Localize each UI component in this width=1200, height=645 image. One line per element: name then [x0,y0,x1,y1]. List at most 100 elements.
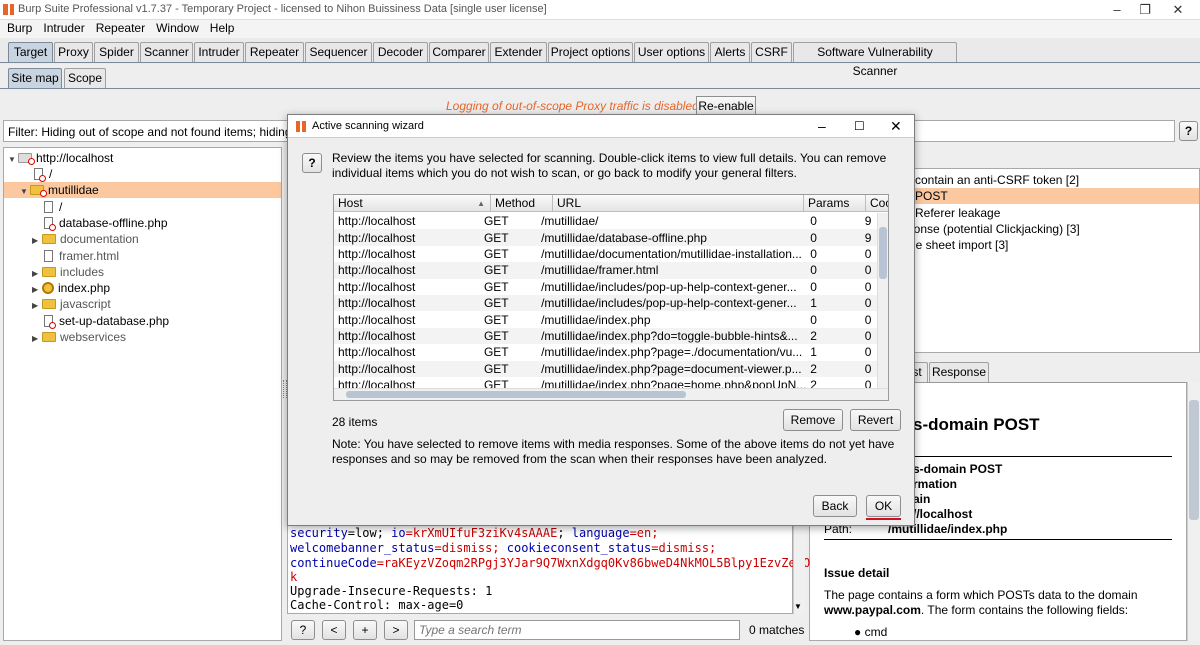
table-vertical-scrollbar[interactable] [877,213,888,388]
issue-item[interactable]: ponse (potential Clickjacking) [3] [907,222,1080,236]
tree-node-set-up-database[interactable]: set-up-database.php [44,313,169,329]
revert-button[interactable]: Revert [850,409,901,431]
collapse-icon[interactable]: ▼ [8,152,18,168]
tab-response[interactable]: Response [929,362,989,382]
dialog-minimize-icon[interactable]: – [818,118,826,134]
tab-sequencer[interactable]: Sequencer [305,42,372,62]
column-header-code[interactable]: Coc [866,195,888,212]
tab-decoder[interactable]: Decoder [373,42,428,62]
maximize-icon[interactable]: ❐ [1135,2,1155,18]
dialog-maximize-icon[interactable]: ☐ [854,119,865,133]
search-prev-button[interactable]: < [322,620,346,640]
menu-intruder[interactable]: Intruder [36,20,88,35]
table-row[interactable]: http://localhost GET/mutillidae/documenta… [334,246,888,262]
column-header-params[interactable]: Params [804,195,866,212]
tree-node-includes[interactable]: ▶ includes [32,264,104,280]
tree-node-localhost[interactable]: ▼ http://localhost [8,150,113,166]
tab-software-vulnerability-scanner[interactable]: Software Vulnerability Scanner [793,42,957,78]
search-next-button[interactable]: > [384,620,408,640]
minimize-icon[interactable]: – [1107,2,1127,18]
table-cell: http://localhost [334,327,480,345]
table-cell: http://localhost [338,214,416,229]
scroll-thumb[interactable] [1189,400,1199,520]
table-horizontal-scrollbar[interactable] [334,388,888,400]
scroll-thumb[interactable] [346,391,686,398]
search-help-button[interactable]: ? [291,620,315,640]
ok-button[interactable]: OK [866,495,901,517]
search-input[interactable] [414,620,740,640]
collapse-icon[interactable]: ▼ [20,184,30,200]
scan-items-table[interactable]: Host▲ Method URL Params Coc http://local… [333,194,889,401]
tab-site-map[interactable]: Site map [8,68,62,88]
search-add-button[interactable]: + [353,620,377,640]
issue-item[interactable]: yle sheet import [3] [907,238,1008,252]
table-row[interactable]: http://localhost GET/mutillidae/index.php… [334,360,888,377]
tree-node-index-php[interactable]: ▶ index.php [32,280,110,296]
tree-node-root[interactable]: / [34,166,52,182]
tab-intruder[interactable]: Intruder [194,42,244,62]
issue-marker-icon [49,224,56,231]
tab-repeater[interactable]: Repeater [245,42,304,62]
tree-node-javascript[interactable]: ▶ javascript [32,296,111,312]
tab-spider[interactable]: Spider [94,42,139,62]
tree-node-mutillidae[interactable]: ▼ mutillidae [4,182,281,198]
menu-help[interactable]: Help [203,20,239,35]
table-row[interactable]: http://localhost GET/mutillidae/index.php… [334,327,888,345]
column-header-host[interactable]: Host ▲ [334,195,491,212]
table-cell: http://localhost [334,262,480,279]
issues-list: contain an anti-CSRF token [2] POST Refe… [906,168,1200,353]
table-row[interactable]: http://localhost GET/mutillidae/database-… [334,229,888,246]
advisory-scrollbar[interactable] [1187,382,1200,641]
request-editor[interactable]: security=low; io=krXmUIfuF3ziKv4sAAAE; l… [287,524,810,614]
menu-repeater[interactable]: Repeater [89,20,149,35]
folder-icon [42,234,56,244]
table-row[interactable]: http://localhost GET/mutillidae/index.php… [334,344,888,360]
table-cell: /mutillidae/index.php [541,312,651,327]
tree-node-database-offline[interactable]: database-offline.php [44,215,168,231]
folder-icon [42,299,56,309]
tab-proxy[interactable]: Proxy [54,42,93,62]
column-header-url[interactable]: URL [553,195,804,212]
close-icon[interactable]: ✕ [1168,2,1188,18]
remove-button[interactable]: Remove [783,409,843,431]
tree-node-framer[interactable]: framer.html [44,248,119,264]
filter-help-button[interactable]: ? [1179,121,1198,141]
menu-window[interactable]: Window [149,20,203,35]
table-row[interactable]: http://localhost GET/mutillidae/framer.ht… [334,262,888,279]
tab-target[interactable]: Target [8,42,53,62]
table-cell: http://localhost [338,246,416,261]
dialog-help-button[interactable]: ? [302,153,322,173]
tab-scope[interactable]: Scope [64,68,106,88]
table-row[interactable]: http://localhost GET/mutillidae/includes/… [334,294,888,312]
expand-icon[interactable]: ▶ [32,298,42,314]
request-scrollbar[interactable]: ▼ [793,524,805,614]
dialog-close-icon[interactable]: ✕ [890,118,902,135]
issue-item-selected[interactable]: POST [907,188,1199,204]
tree-node-webservices[interactable]: ▶ webservices [32,329,126,345]
tab-user-options[interactable]: User options [634,42,709,62]
scroll-down-icon[interactable]: ▼ [794,602,802,611]
tab-project-options[interactable]: Project options [548,42,633,62]
tab-csrf[interactable]: CSRF [751,42,792,62]
column-header-method[interactable]: Method [491,195,553,212]
scroll-thumb[interactable] [879,227,887,279]
tab-comparer[interactable]: Comparer [429,42,489,62]
back-button[interactable]: Back [813,495,857,517]
tab-extender[interactable]: Extender [490,42,547,62]
tree-node-documentation[interactable]: ▶ documentation [32,231,139,247]
table-row[interactable]: http://localhost GET/mutillidae/includes/… [334,279,888,295]
issue-item[interactable]: contain an anti-CSRF token [2] [915,173,1079,187]
table-row[interactable]: http://localhost GET/mutillidae/index.php… [334,311,888,327]
re-enable-button[interactable]: Re-enable [696,96,756,116]
table-row[interactable]: http://localhost GET/mutillidae/0 9 [334,213,888,229]
table-cell: 0 [810,312,817,327]
issue-item[interactable]: Referer leakage [915,206,1000,220]
tree-node-mutillidae-root[interactable]: / [44,199,62,215]
tree-label: index.php [58,281,111,295]
table-cell: http://localhost [338,279,416,294]
expand-icon[interactable]: ▶ [32,233,42,249]
menu-burp[interactable]: Burp [0,20,36,35]
tab-scanner[interactable]: Scanner [140,42,193,62]
expand-icon[interactable]: ▶ [32,331,42,347]
tab-alerts[interactable]: Alerts [710,42,750,62]
